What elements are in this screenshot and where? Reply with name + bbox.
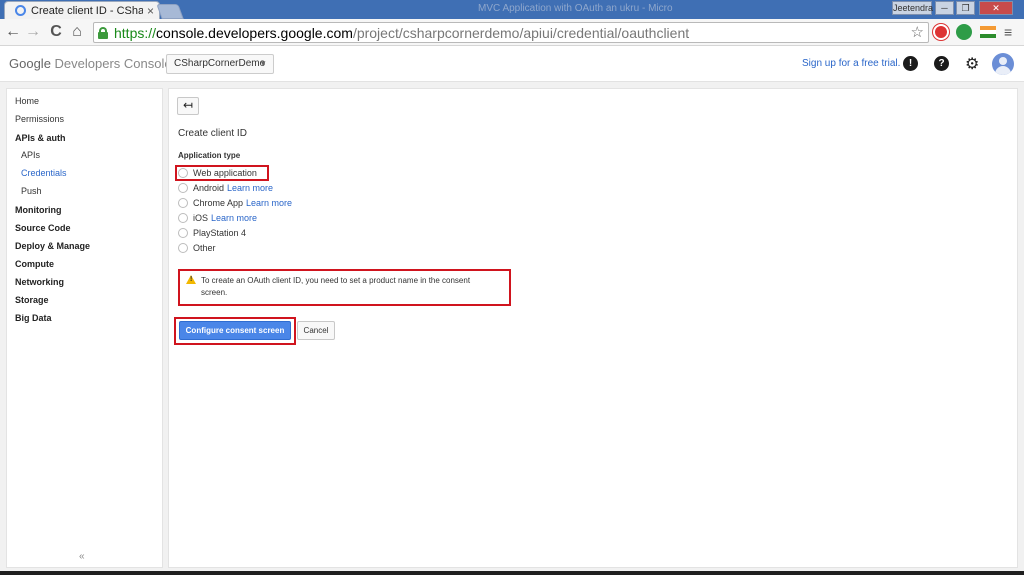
learn-more-link[interactable]: Learn more xyxy=(227,183,273,193)
window-close-button[interactable]: ✕ xyxy=(979,1,1013,15)
page-title: Create client ID xyxy=(178,128,247,139)
highlight-web-application xyxy=(175,165,269,181)
reload-icon[interactable]: C xyxy=(46,22,66,42)
minimize-button[interactable]: ─ xyxy=(935,1,954,15)
back-button[interactable]: ↤ xyxy=(177,97,199,115)
learn-more-link[interactable]: Learn more xyxy=(246,198,292,208)
sidebar-item-monitoring[interactable]: Monitoring xyxy=(15,205,62,215)
radio-button[interactable] xyxy=(178,242,188,253)
sidebar-nav: Home Permissions APIs & auth APIs Creden… xyxy=(6,88,163,568)
sidebar-item-deploy-manage[interactable]: Deploy & Manage xyxy=(15,241,90,251)
tab-title: Create client ID - CSharpC xyxy=(31,4,143,17)
home-icon[interactable]: ⌂ xyxy=(67,22,87,42)
option-label: iOS xyxy=(193,212,209,223)
window-title: MVC Application with OAuth an ukru - Mic… xyxy=(478,3,673,14)
profile-chip[interactable]: Jeetendra xyxy=(892,1,933,15)
browser-title-bar: Create client ID - CSharpC × MVC Applica… xyxy=(0,0,1024,19)
india-flag-icon[interactable] xyxy=(980,26,996,38)
sidebar-item-apis[interactable]: APIs xyxy=(21,150,40,160)
sidebar-item-networking[interactable]: Networking xyxy=(15,277,64,287)
option-label: Other xyxy=(193,242,216,253)
learn-more-link[interactable]: Learn more xyxy=(211,213,257,223)
collapse-sidebar-icon[interactable]: « xyxy=(79,551,85,562)
free-trial-link[interactable]: Sign up for a free trial. xyxy=(802,58,900,69)
browser-tab[interactable]: Create client ID - CSharpC × xyxy=(4,1,160,19)
sidebar-item-source-code[interactable]: Source Code xyxy=(15,223,71,233)
maximize-button[interactable]: ❐ xyxy=(956,1,975,15)
highlight-configure-button xyxy=(174,317,296,345)
url-text: https://console.developers.google.com/pr… xyxy=(114,24,690,41)
tab-favicon-icon xyxy=(15,5,26,16)
radio-button[interactable] xyxy=(178,212,188,223)
option-android[interactable]: Android Learn more xyxy=(178,181,273,194)
feedback-icon[interactable]: ! xyxy=(903,56,918,71)
project-selector[interactable]: CSharpCornerDemo ▼ xyxy=(166,54,274,74)
sidebar-item-credentials[interactable]: Credentials xyxy=(21,168,67,178)
sidebar-item-big-data[interactable]: Big Data xyxy=(15,313,52,323)
sidebar-item-permissions[interactable]: Permissions xyxy=(15,114,64,124)
bookmark-star-icon[interactable]: ☆ xyxy=(911,23,924,41)
option-playstation-4[interactable]: PlayStation 4 xyxy=(178,226,246,239)
lock-icon xyxy=(98,26,108,39)
sidebar-item-home[interactable]: Home xyxy=(15,96,39,106)
browser-menu-icon[interactable]: ≡ xyxy=(1004,24,1012,40)
option-ios[interactable]: iOS Learn more xyxy=(178,211,257,224)
radio-button[interactable] xyxy=(178,182,188,193)
option-chrome-app[interactable]: Chrome App Learn more xyxy=(178,196,292,209)
app-header: Google Developers Console CSharpCornerDe… xyxy=(0,46,1024,82)
cancel-button[interactable]: Cancel xyxy=(297,321,335,340)
highlight-warning xyxy=(178,269,511,306)
main-panel: ↤ Create client ID Application type Web … xyxy=(168,88,1018,568)
forward-arrow-icon[interactable]: → xyxy=(23,22,43,42)
option-other[interactable]: Other xyxy=(178,241,216,254)
chevron-down-icon: ▼ xyxy=(259,59,267,68)
sidebar-item-storage[interactable]: Storage xyxy=(15,295,49,305)
help-icon[interactable]: ? xyxy=(934,56,949,71)
sidebar-item-push[interactable]: Push xyxy=(21,186,42,196)
option-label: PlayStation 4 xyxy=(193,227,247,238)
sidebar-item-compute[interactable]: Compute xyxy=(15,259,54,269)
sidebar-item-apis-auth[interactable]: APIs & auth xyxy=(15,133,66,143)
radio-button[interactable] xyxy=(178,197,188,208)
option-label: Android xyxy=(193,182,225,193)
application-type-label: Application type xyxy=(178,151,241,160)
brand-logo[interactable]: Google Developers Console xyxy=(9,56,172,71)
browser-toolbar: ← → C ⌂ https://console.developers.googl… xyxy=(0,19,1024,46)
tab-close-icon[interactable]: × xyxy=(147,4,154,18)
radio-button[interactable] xyxy=(178,227,188,238)
extension-green-icon[interactable] xyxy=(956,24,972,40)
taskbar-edge xyxy=(0,571,1024,575)
project-name: CSharpCornerDemo xyxy=(174,58,266,69)
option-label: Chrome App xyxy=(193,197,244,208)
gear-icon[interactable]: ⚙ xyxy=(965,54,979,74)
back-arrow-icon[interactable]: ← xyxy=(3,22,23,42)
avatar[interactable] xyxy=(992,53,1014,75)
extension-red-icon[interactable] xyxy=(933,24,949,40)
new-tab-button[interactable] xyxy=(156,4,184,19)
address-bar[interactable]: https://console.developers.google.com/pr… xyxy=(93,22,929,43)
